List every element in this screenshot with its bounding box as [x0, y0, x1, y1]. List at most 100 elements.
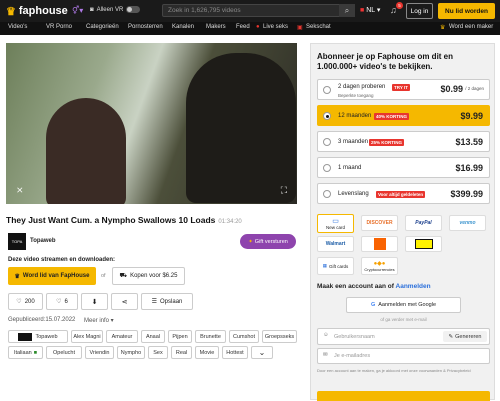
- tag-item[interactable]: Hottest: [222, 346, 248, 359]
- account-heading: Maak een account aan of Aanmelden: [317, 283, 431, 290]
- nav-vr[interactable]: VR Porno: [46, 24, 72, 30]
- logo[interactable]: ♛ faphouse: [6, 4, 68, 18]
- broken-heart-icon: ♡: [56, 299, 62, 305]
- flag-icon: ■: [33, 349, 38, 356]
- mute-icon[interactable]: ⨯: [16, 185, 24, 196]
- join-button[interactable]: Nu lid worden: [438, 3, 495, 19]
- tag-item[interactable]: Sex: [148, 346, 168, 359]
- tag-item[interactable]: Real: [171, 346, 192, 359]
- radio-button[interactable]: [323, 86, 331, 94]
- save-icon: ☰: [151, 299, 158, 305]
- tag-item[interactable]: Vriendin: [85, 346, 114, 359]
- download-button[interactable]: ⬇: [81, 293, 108, 310]
- buy-button[interactable]: ⛟ Kopen voor $6.25: [112, 267, 185, 285]
- nav-pornstars[interactable]: Pornosterren: [128, 24, 163, 30]
- radio-button[interactable]: [323, 164, 331, 172]
- payment-new-card[interactable]: ▭ New card: [317, 214, 354, 233]
- expand-tags-button[interactable]: ⌄: [251, 346, 273, 359]
- top-bar: ♛ faphouse ⚥▾ ◙ Alleen VR Zoek in 1,626,7…: [0, 0, 500, 22]
- tag-item[interactable]: Pijpen: [168, 330, 192, 343]
- notification-badge: 5: [396, 2, 403, 9]
- tag-item[interactable]: Alex Magni: [71, 330, 103, 343]
- save-button[interactable]: ☰ Opslaan: [141, 293, 193, 310]
- gift-icon: ✦: [248, 238, 253, 245]
- radio-button[interactable]: [323, 138, 331, 146]
- or-divider: of ga verder met e-mail: [380, 317, 427, 322]
- share-button[interactable]: ⋖: [111, 293, 138, 310]
- radio-button[interactable]: [323, 190, 331, 198]
- tag-item[interactable]: Anaal: [141, 330, 165, 343]
- fullscreen-icon[interactable]: ⛶: [281, 185, 287, 196]
- nav-videos[interactable]: Video's: [8, 24, 27, 30]
- payment-paypal[interactable]: PayPal: [405, 215, 442, 231]
- payment-discover[interactable]: DISCOVER: [361, 215, 398, 231]
- radio-button[interactable]: [323, 112, 331, 120]
- video-frame: [186, 53, 296, 203]
- cart-icon: ⛟: [119, 273, 128, 279]
- google-icon: G: [370, 302, 376, 308]
- heart-icon: ♡: [16, 299, 22, 305]
- homedepot-logo: [373, 238, 386, 250]
- gift-card-icon: ▦: [322, 263, 327, 268]
- subscribe-heading: Abonneer je op Faphouse om dit en 1.000.…: [317, 52, 454, 71]
- username-input[interactable]: ☺ Gebruikersnaam ✎ Genereren: [317, 328, 490, 345]
- subscription-panel: Abonneer je op Faphouse om dit en 1.000.…: [310, 43, 495, 401]
- terms-text: Door een account aan te maken, ga je akk…: [317, 368, 471, 373]
- tag-item[interactable]: Italiaan ■: [8, 346, 43, 359]
- channel-name[interactable]: Topaweb: [30, 238, 56, 244]
- become-member-button[interactable]: ♛ Word lid van FapHouse: [8, 267, 96, 285]
- gift-button[interactable]: ✦ Gift versturen: [240, 234, 296, 249]
- tag-item[interactable]: Movie: [195, 346, 219, 359]
- payment-walmart[interactable]: Walmart: [317, 236, 354, 252]
- search-input[interactable]: Zoek in 1,626,795 videos ⌕: [162, 4, 355, 17]
- more-info-toggle[interactable]: Meer info ▾: [84, 317, 114, 324]
- google-login-button[interactable]: G Aanmelden met Google: [346, 297, 461, 313]
- nav-makers[interactable]: Makers: [206, 24, 226, 30]
- payment-venmo[interactable]: venmo: [449, 215, 486, 231]
- tag-item[interactable]: Brunette: [195, 330, 226, 343]
- plan-option-lifetime[interactable]: Levenslang Voor altijd geldeleten $399.9…: [317, 183, 490, 204]
- user-icon: ☺: [323, 332, 329, 338]
- toggle-switch[interactable]: [126, 6, 141, 13]
- language-select[interactable]: ■ NL ▾: [360, 6, 380, 14]
- plan-option-trial[interactable]: 2 dagen proberen TRY IT Beperkte toegang…: [317, 79, 490, 100]
- video-player[interactable]: ⨯ ⛶: [6, 43, 297, 204]
- flag-icon: ■: [360, 7, 365, 14]
- download-icon: ⬇: [91, 298, 98, 306]
- plan-option-1-month[interactable]: 1 maand $16.99: [317, 157, 490, 178]
- plan-option-12-months[interactable]: 12 maanden 40% KORTING $9.99: [317, 105, 490, 126]
- vr-icon: ◙: [90, 6, 94, 13]
- login-link[interactable]: Aanmelden: [396, 283, 431, 290]
- generate-button[interactable]: ✎ Genereren: [443, 331, 487, 342]
- become-maker-link[interactable]: Word een maker: [449, 24, 493, 30]
- tag-item[interactable]: Opelucht: [46, 346, 82, 359]
- filter-icon[interactable]: ⚥▾: [72, 6, 83, 15]
- channel-avatar: [18, 332, 33, 341]
- email-input[interactable]: ✉ Je e-mailadres: [317, 348, 490, 364]
- tag-item[interactable]: Groepsseks: [262, 330, 297, 343]
- nav-feed[interactable]: Feed: [236, 24, 250, 30]
- nav-categories[interactable]: Categorieën: [86, 24, 119, 30]
- channel-avatar[interactable]: TOPA: [8, 233, 26, 250]
- chat-icon: ▣: [297, 25, 303, 31]
- payment-gift-cards[interactable]: ▦ Gift cards: [317, 257, 354, 275]
- tag-item[interactable]: Nympho: [117, 346, 145, 359]
- nav-live[interactable]: Live seks: [263, 24, 288, 30]
- payment-bestbuy[interactable]: [405, 236, 442, 252]
- dislike-button[interactable]: ♡ 6: [46, 293, 78, 310]
- nav-channels[interactable]: Kanalen: [172, 24, 194, 30]
- search-icon[interactable]: ⌕: [339, 4, 355, 17]
- tag-item[interactable]: Amateur: [106, 330, 138, 343]
- tag-item[interactable]: Cumshot: [229, 330, 259, 343]
- stream-label: Deze video streamen en downloaden:: [8, 257, 116, 263]
- tag-item[interactable]: Topaweb: [8, 330, 68, 343]
- chevron-down-icon: ⌄: [258, 348, 266, 357]
- vr-toggle[interactable]: ◙ Alleen VR: [90, 6, 141, 13]
- video-duration: 01:34:20: [218, 219, 242, 225]
- nav-sexchat[interactable]: Sekschat: [306, 24, 331, 30]
- like-button[interactable]: ♡ 200: [8, 293, 43, 310]
- login-button[interactable]: Log in: [406, 3, 433, 19]
- plan-option-3-months[interactable]: 3 maanden 25% KORTING $13.59: [317, 131, 490, 152]
- payment-homedepot[interactable]: [361, 236, 398, 252]
- payment-crypto[interactable]: ●◆● Cryptocurrencies: [361, 257, 398, 275]
